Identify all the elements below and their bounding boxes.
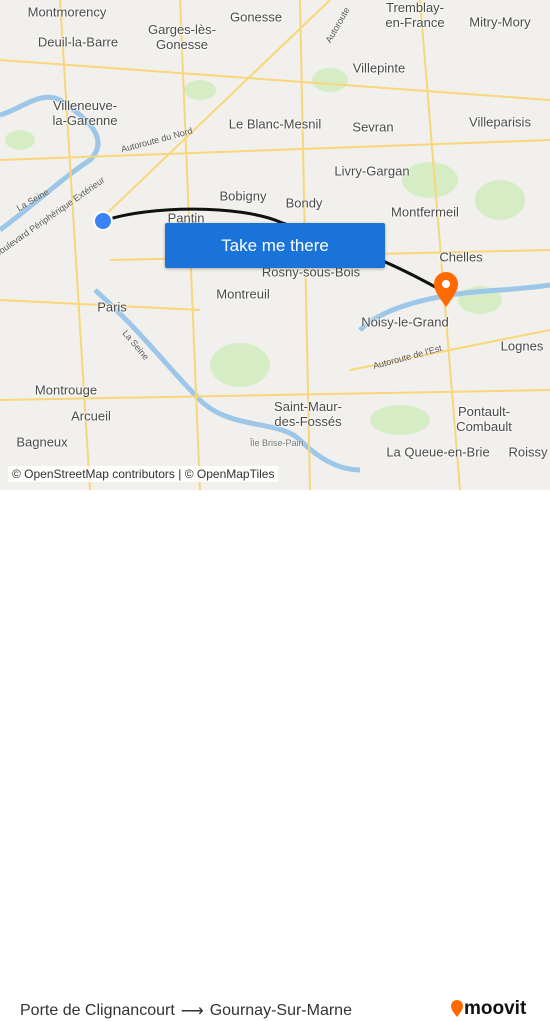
place-label: Pontault- Combault (456, 404, 512, 434)
place-label: Deuil-la-Barre (37, 34, 119, 50)
arrow-right-icon: ⟶ (180, 1003, 204, 1020)
island-label: Île Brise-Pain (250, 438, 304, 448)
place-label: Villeparisis (469, 114, 531, 130)
place-label: Bobigny (219, 188, 267, 204)
place-label: Tremblay- en-France (385, 0, 445, 30)
place-label: Montfermeil (391, 204, 459, 220)
place-label: Gonesse (229, 9, 283, 25)
place-label: Le Blanc-Mesnil (228, 116, 322, 132)
moovit-pin-icon (451, 1000, 463, 1017)
place-label: Chelles (439, 249, 483, 265)
place-label: Bagneux (16, 434, 68, 450)
place-label: Roissy (508, 444, 548, 460)
place-label: Paris (97, 299, 127, 315)
place-label: Bondy (285, 195, 323, 211)
place-label: La Queue-en-Brie (386, 444, 490, 460)
destination-pin-icon[interactable] (434, 272, 458, 307)
place-label: Saint-Maur- des-Fossés (274, 399, 342, 429)
place-label: Sevran (352, 119, 394, 135)
place-label: Villepinte (352, 60, 406, 76)
place-label: Lognes (500, 338, 544, 354)
take-me-there-button[interactable]: Take me there (165, 223, 385, 268)
place-label: Villeneuve- la-Garenne (52, 98, 118, 128)
place-label: Garges-lès- Gonesse (148, 22, 216, 52)
place-label: Livry-Gargan (334, 163, 410, 179)
destination-name: Gournay-Sur-Marne (209, 1002, 352, 1019)
moovit-logo: moovit (450, 998, 526, 1020)
attribution[interactable]: © OpenStreetMap contributors | © OpenMap… (8, 466, 279, 482)
place-label: Montrouge (34, 382, 98, 398)
place-label: Mitry-Mory (469, 14, 531, 30)
map[interactable]: Montmorency Gonesse Tremblay- en-France Mit… (0, 0, 550, 490)
place-label: Montmorency (27, 4, 107, 20)
place-label: Montreuil (216, 286, 270, 302)
origin-name: Porte de Clignancourt (20, 1002, 175, 1019)
footer: Porte de Clignancourt ⟶ Gournay-Sur-Marn… (0, 490, 550, 1020)
origin-marker[interactable] (93, 211, 113, 231)
route-summary: Porte de Clignancourt ⟶ Gournay-Sur-Marn… (20, 1001, 352, 1021)
place-label: Noisy-le-Grand (361, 314, 449, 330)
place-label: Arcueil (71, 408, 111, 424)
